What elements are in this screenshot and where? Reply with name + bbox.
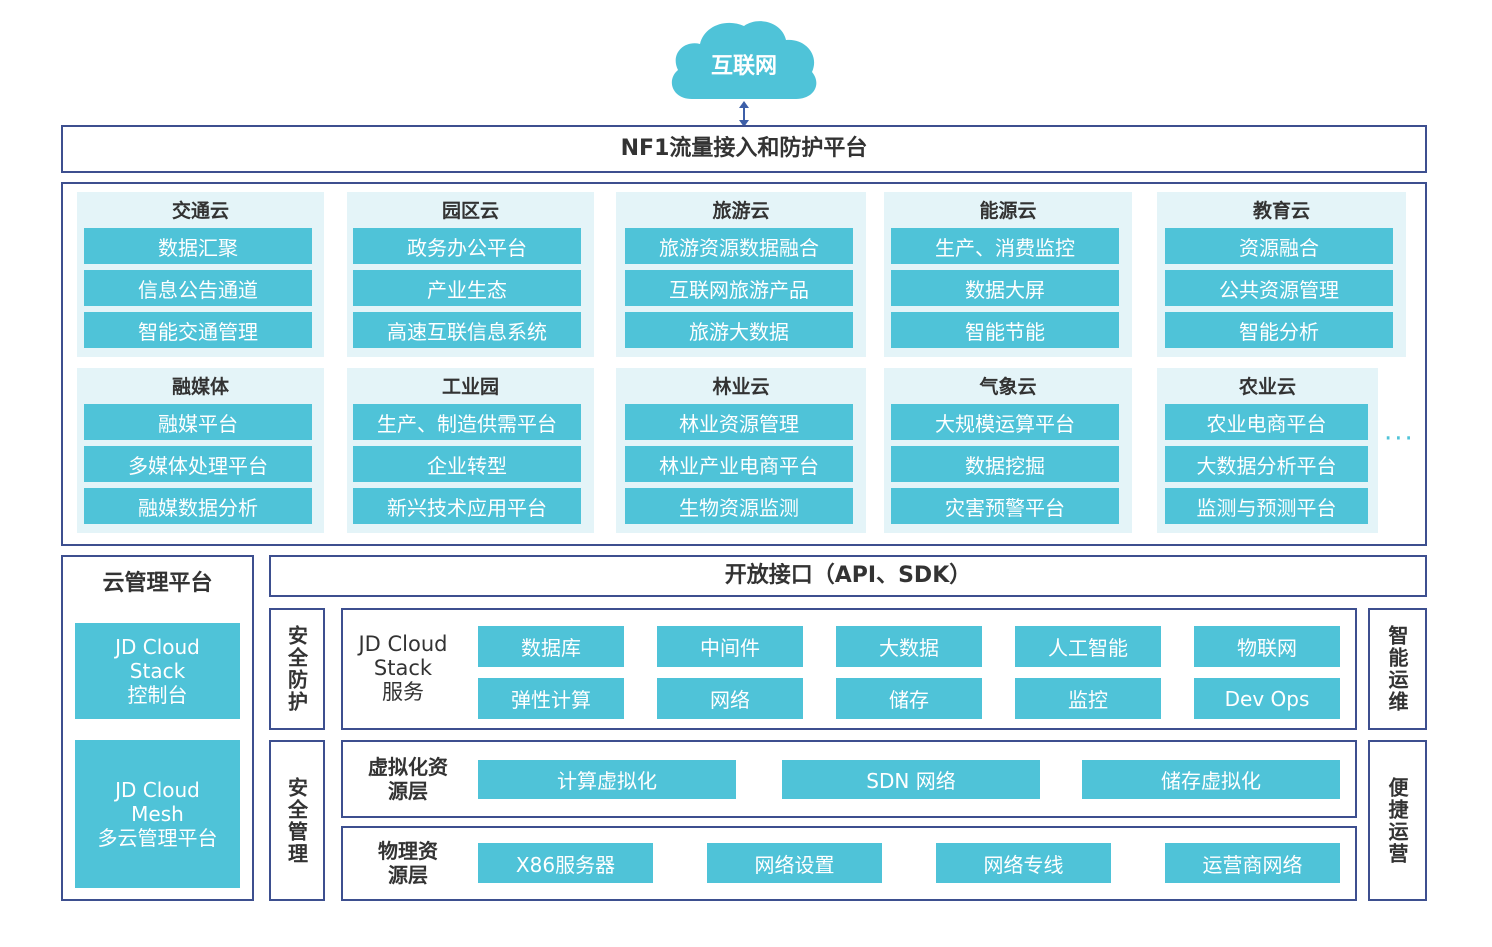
service-item[interactable]: 大数据 xyxy=(836,626,982,667)
physical-item[interactable]: X86服务器 xyxy=(478,843,653,883)
virtual-item[interactable]: 计算虚拟化 xyxy=(478,760,736,799)
cloud-card-title: 融媒体 xyxy=(171,376,229,398)
cloud-item[interactable]: 数据挖掘 xyxy=(891,446,1119,482)
cloud-item[interactable]: 数据大屏 xyxy=(891,270,1119,306)
cloud-item[interactable]: 旅游大数据 xyxy=(625,312,853,348)
open-api-bar: 开放接口（API、SDK） xyxy=(269,555,1427,597)
cloud-card-title: 林业云 xyxy=(712,376,770,398)
cloud-item[interactable]: 新兴技术应用平台 xyxy=(353,488,581,524)
cloud-item[interactable]: 大规模运算平台 xyxy=(891,404,1119,440)
service-item[interactable]: 中间件 xyxy=(657,626,803,667)
service-item[interactable]: 监控 xyxy=(1015,678,1161,719)
cloud-card-title: 能源云 xyxy=(979,200,1037,222)
smart-ops-label: 智能运维 xyxy=(1385,625,1409,713)
open-api-label: 开放接口（API、SDK） xyxy=(724,563,972,588)
easy-ops-box: 便捷运营 xyxy=(1368,740,1427,901)
cloud-item[interactable]: 公共资源管理 xyxy=(1165,270,1393,306)
cloud-card-title: 交通云 xyxy=(171,200,229,222)
cloud-item[interactable]: 生产、制造供需平台 xyxy=(353,404,581,440)
service-item[interactable]: 网络 xyxy=(657,678,803,719)
cloud-item[interactable]: 旅游资源数据融合 xyxy=(625,228,853,264)
physical-layer-label: 物理资 源层 xyxy=(378,839,438,887)
jd-cloud-stack-console[interactable]: JD Cloud Stack 控制台 xyxy=(75,623,240,719)
service-item[interactable]: 弹性计算 xyxy=(478,678,624,719)
cloud-item[interactable]: 信息公告通道 xyxy=(84,270,312,306)
service-item[interactable]: Dev Ops xyxy=(1194,678,1340,719)
service-item[interactable]: 人工智能 xyxy=(1015,626,1161,667)
cloud-item[interactable]: 数据汇聚 xyxy=(84,228,312,264)
virtual-item[interactable]: SDN 网络 xyxy=(782,760,1040,799)
cloud-card-title: 农业云 xyxy=(1238,376,1296,398)
more-dots: ··· xyxy=(1384,424,1415,454)
physical-item[interactable]: 运营商网络 xyxy=(1165,843,1340,883)
cloud-item[interactable]: 监测与预测平台 xyxy=(1165,488,1368,524)
service-item[interactable]: 物联网 xyxy=(1194,626,1340,667)
security-protect-label: 安全防护 xyxy=(284,625,309,713)
nf1-platform-bar: NF1流量接入和防护平台 xyxy=(61,125,1427,173)
virtual-item[interactable]: 储存虚拟化 xyxy=(1082,760,1340,799)
service-item[interactable]: 储存 xyxy=(836,678,982,719)
cloud-item[interactable]: 智能节能 xyxy=(891,312,1119,348)
security-mgmt-label: 安全管理 xyxy=(284,776,309,865)
cloud-card-title: 工业园 xyxy=(441,376,499,398)
cloud-item[interactable]: 高速互联信息系统 xyxy=(353,312,581,348)
stack-services-label: JD Cloud Stack 服务 xyxy=(358,632,448,704)
nf1-platform-label: NF1流量接入和防护平台 xyxy=(620,136,868,161)
cloud-item[interactable]: 农业电商平台 xyxy=(1165,404,1368,440)
cloud-item[interactable]: 生物资源监测 xyxy=(625,488,853,524)
cloud-item[interactable]: 产业生态 xyxy=(353,270,581,306)
jd-cloud-mesh-label: JD Cloud Mesh 多云管理平台 xyxy=(97,778,218,850)
cloud-item[interactable]: 大数据分析平台 xyxy=(1165,446,1368,482)
cloud-item[interactable]: 林业资源管理 xyxy=(625,404,853,440)
cloud-item[interactable]: 林业产业电商平台 xyxy=(625,446,853,482)
cloud-card-title: 旅游云 xyxy=(712,200,770,222)
cloud-card-title: 教育云 xyxy=(1252,200,1310,222)
cloud-item[interactable]: 融媒平台 xyxy=(84,404,312,440)
cloud-item[interactable]: 多媒体处理平台 xyxy=(84,446,312,482)
jd-cloud-stack-console-label: JD Cloud Stack 控制台 xyxy=(115,635,200,707)
cloud-item[interactable]: 互联网旅游产品 xyxy=(625,270,853,306)
service-item[interactable]: 数据库 xyxy=(478,626,624,667)
security-mgmt-box: 安全管理 xyxy=(269,740,325,901)
cloud-item[interactable]: 灾害预警平台 xyxy=(891,488,1119,524)
cloud-item[interactable]: 生产、消费监控 xyxy=(891,228,1119,264)
jd-cloud-mesh[interactable]: JD Cloud Mesh 多云管理平台 xyxy=(75,740,240,888)
smart-ops-box: 智能运维 xyxy=(1368,608,1427,730)
cloud-item[interactable]: 企业转型 xyxy=(353,446,581,482)
easy-ops-label: 便捷运营 xyxy=(1385,776,1409,865)
internet-label: 互联网 xyxy=(710,54,777,79)
physical-item[interactable]: 网络专线 xyxy=(936,843,1111,883)
cloud-item[interactable]: 政务办公平台 xyxy=(353,228,581,264)
virtual-layer-label: 虚拟化资 源层 xyxy=(368,755,448,803)
cloud-mgmt-title: 云管理平台 xyxy=(102,571,213,596)
cloud-item[interactable]: 融媒数据分析 xyxy=(84,488,312,524)
cloud-item[interactable]: 资源融合 xyxy=(1165,228,1393,264)
cloud-item[interactable]: 智能分析 xyxy=(1165,312,1393,348)
cloud-card-title: 园区云 xyxy=(441,200,499,222)
cloud-item[interactable]: 智能交通管理 xyxy=(84,312,312,348)
physical-item[interactable]: 网络设置 xyxy=(707,843,882,883)
cloud-card-title: 气象云 xyxy=(979,376,1037,398)
security-protect-box: 安全防护 xyxy=(269,608,325,730)
bidirectional-arrow-icon xyxy=(739,101,749,127)
